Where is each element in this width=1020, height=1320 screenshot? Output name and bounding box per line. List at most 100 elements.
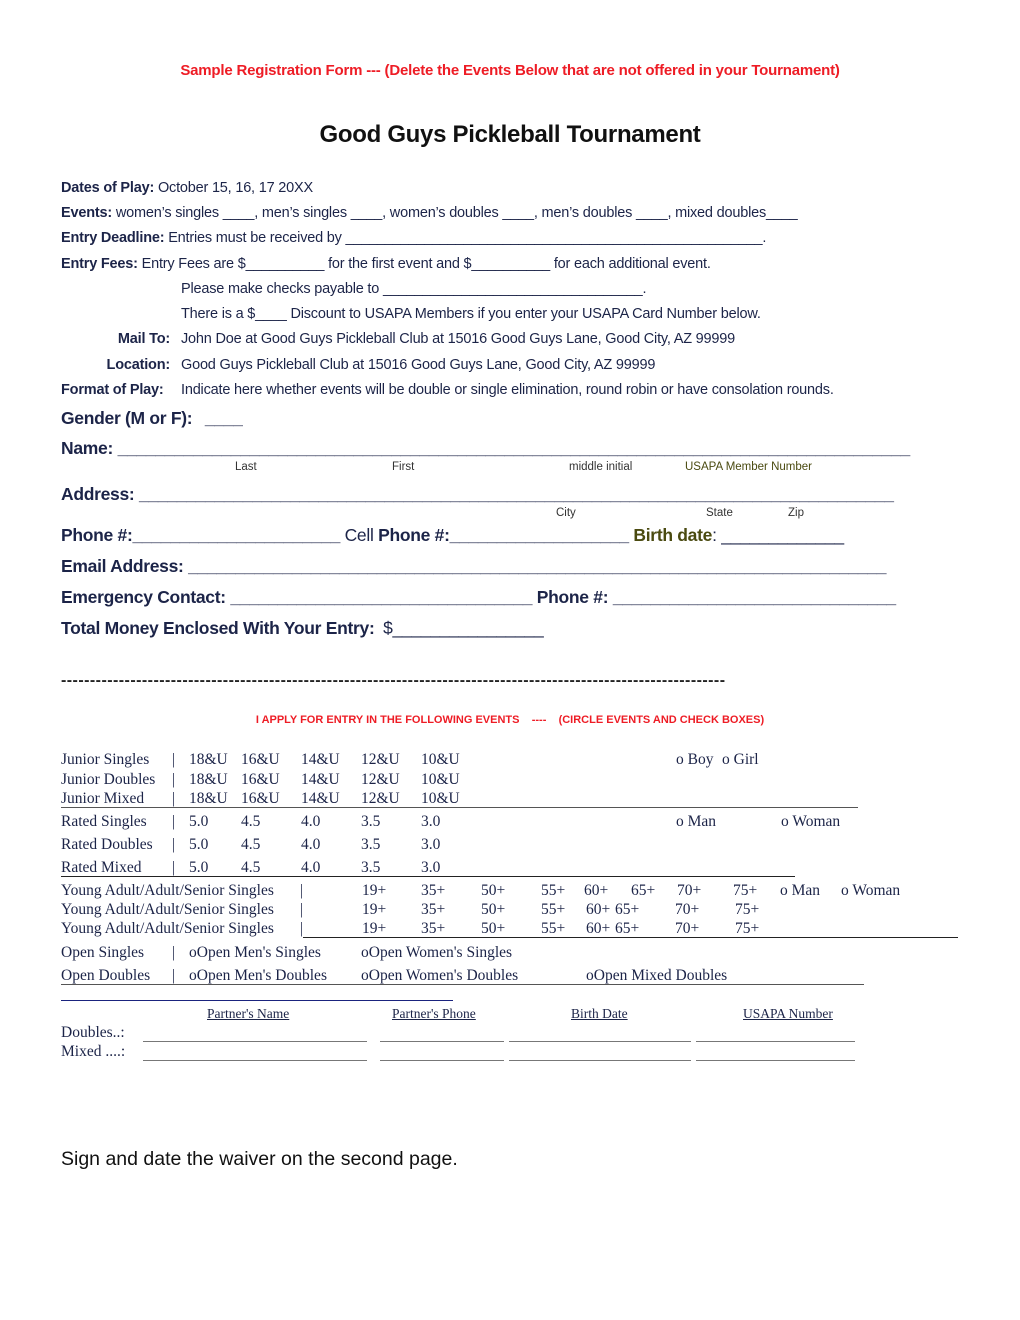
event-option[interactable]: 4.5 xyxy=(241,836,260,854)
event-option[interactable]: 5.0 xyxy=(189,813,208,831)
event-option[interactable]: 10&U xyxy=(421,790,460,808)
event-option[interactable]: 10&U xyxy=(421,771,460,789)
checkbox-man[interactable]: o Man xyxy=(780,882,820,900)
event-option[interactable]: 19+ xyxy=(362,882,386,900)
event-option[interactable]: 19+ xyxy=(362,920,386,938)
event-option[interactable]: 16&U xyxy=(241,790,280,808)
event-option[interactable]: 3.0 xyxy=(421,836,440,854)
checkbox-icon[interactable]: o xyxy=(361,967,369,984)
event-option[interactable]: 4.5 xyxy=(241,813,260,831)
phone-blank[interactable]: ______________________ xyxy=(133,525,341,545)
event-option[interactable]: 75+ xyxy=(735,901,759,919)
checkbox-icon[interactable]: o xyxy=(189,944,197,961)
total-money-field[interactable]: Total Money Enclosed With Your Entry: $_… xyxy=(61,618,544,639)
checkbox-icon[interactable]: o xyxy=(781,813,792,830)
event-option[interactable]: 3.5 xyxy=(361,859,380,877)
checkbox-man[interactable]: o Man xyxy=(676,813,716,831)
event-option[interactable]: 12&U xyxy=(361,790,400,808)
checkbox-icon[interactable]: o xyxy=(841,882,852,899)
event-option[interactable]: 3.5 xyxy=(361,813,380,831)
total-blank[interactable]: $________________ xyxy=(383,618,544,638)
checkbox-icon[interactable]: o xyxy=(586,967,594,984)
partner-input-blank[interactable] xyxy=(380,1060,504,1061)
event-option[interactable]: 35+ xyxy=(421,882,445,900)
event-option[interactable]: 35+ xyxy=(421,920,445,938)
email-field[interactable]: Email Address: _________________________… xyxy=(61,556,886,577)
event-option[interactable]: 3.5 xyxy=(361,836,380,854)
checks-payable[interactable]: Please make checks payable to __________… xyxy=(181,281,646,297)
event-option[interactable]: 3.0 xyxy=(421,859,440,877)
event-option[interactable]: 50+ xyxy=(481,901,505,919)
partner-input-blank[interactable] xyxy=(380,1041,504,1042)
checkbox-open-mens-doubles[interactable]: oOpen Men's Doubles xyxy=(189,967,327,985)
event-option[interactable]: 14&U xyxy=(301,751,340,769)
event-option[interactable]: 4.5 xyxy=(241,859,260,877)
event-option[interactable]: 55+ xyxy=(541,920,565,938)
event-option[interactable]: 16&U xyxy=(241,751,280,769)
gender-field[interactable]: Gender (M or F): ____ xyxy=(61,408,243,429)
event-option[interactable]: 65+ xyxy=(615,920,639,938)
event-option[interactable]: 75+ xyxy=(735,920,759,938)
checkbox-woman[interactable]: o Woman xyxy=(841,882,900,900)
event-option[interactable]: 16&U xyxy=(241,771,280,789)
event-option[interactable]: 60+ xyxy=(586,920,610,938)
event-option[interactable]: 65+ xyxy=(631,882,655,900)
checkbox-girl[interactable]: o Girl xyxy=(722,751,759,769)
partner-input-blank[interactable] xyxy=(696,1060,855,1061)
partner-input-blank[interactable] xyxy=(509,1041,691,1042)
event-option[interactable]: 55+ xyxy=(541,882,565,900)
deadline-value[interactable]: Entries must be received by ____________… xyxy=(168,230,766,246)
event-option[interactable]: 50+ xyxy=(481,882,505,900)
partner-input-blank[interactable] xyxy=(143,1060,367,1061)
event-option[interactable]: 3.0 xyxy=(421,813,440,831)
event-option[interactable]: 70+ xyxy=(677,882,701,900)
birth-blank[interactable]: _____________ xyxy=(721,525,844,545)
checkbox-icon[interactable]: o xyxy=(722,751,734,768)
event-option[interactable]: 70+ xyxy=(675,901,699,919)
name-field[interactable]: Name: __________________________________… xyxy=(61,438,910,459)
gender-blank[interactable]: ____ xyxy=(205,408,243,428)
checkbox-icon[interactable]: o xyxy=(189,967,197,984)
usapa-discount[interactable]: There is a $____ Discount to USAPA Membe… xyxy=(181,306,761,322)
event-option[interactable]: 4.0 xyxy=(301,859,320,877)
event-option[interactable]: 60+ xyxy=(586,901,610,919)
event-option[interactable]: 18&U xyxy=(189,790,228,808)
event-option[interactable]: 14&U xyxy=(301,790,340,808)
event-option[interactable]: 5.0 xyxy=(189,836,208,854)
checkbox-open-womens-singles[interactable]: oOpen Women's Singles xyxy=(361,944,512,962)
partner-input-blank[interactable] xyxy=(696,1041,855,1042)
checkbox-icon[interactable]: o xyxy=(676,813,688,830)
event-option[interactable]: 35+ xyxy=(421,901,445,919)
emergency-blank[interactable]: ________________________________ xyxy=(230,587,532,607)
name-blank[interactable]: ________________________________________… xyxy=(118,438,911,458)
checkbox-icon[interactable]: o xyxy=(780,882,792,899)
event-option[interactable]: 10&U xyxy=(421,751,460,769)
checkbox-open-mixed-doubles[interactable]: oOpen Mixed Doubles xyxy=(586,967,727,985)
address-blank[interactable]: ________________________________________… xyxy=(139,484,894,504)
event-option[interactable]: 50+ xyxy=(481,920,505,938)
event-option[interactable]: 12&U xyxy=(361,751,400,769)
event-option[interactable]: 4.0 xyxy=(301,813,320,831)
event-option[interactable]: 4.0 xyxy=(301,836,320,854)
checkbox-open-womens-doubles[interactable]: oOpen Women's Doubles xyxy=(361,967,518,985)
fees-value[interactable]: Entry Fees are $__________ for the first… xyxy=(142,256,711,272)
checkbox-icon[interactable]: o xyxy=(361,944,369,961)
emergency-phone-blank[interactable]: ______________________________ xyxy=(613,587,896,607)
event-option[interactable]: 12&U xyxy=(361,771,400,789)
event-option[interactable]: 5.0 xyxy=(189,859,208,877)
event-option[interactable]: 18&U xyxy=(189,751,228,769)
event-option[interactable]: 19+ xyxy=(362,901,386,919)
cell-blank[interactable]: ___________________ xyxy=(450,525,630,545)
event-option[interactable]: 75+ xyxy=(733,882,757,900)
event-option[interactable]: 60+ xyxy=(584,882,608,900)
checkbox-icon[interactable]: o xyxy=(676,751,688,768)
event-option[interactable]: 18&U xyxy=(189,771,228,789)
event-option[interactable]: 65+ xyxy=(615,901,639,919)
checkbox-woman[interactable]: o Woman xyxy=(781,813,840,831)
checkbox-open-mens-singles[interactable]: oOpen Men's Singles xyxy=(189,944,321,962)
checkbox-boy[interactable]: o Boy xyxy=(676,751,713,769)
event-option[interactable]: 70+ xyxy=(675,920,699,938)
event-option[interactable]: 14&U xyxy=(301,771,340,789)
events-value[interactable]: women’s singles ____, men’s singles ____… xyxy=(116,205,798,221)
address-field[interactable]: Address: _______________________________… xyxy=(61,484,894,505)
